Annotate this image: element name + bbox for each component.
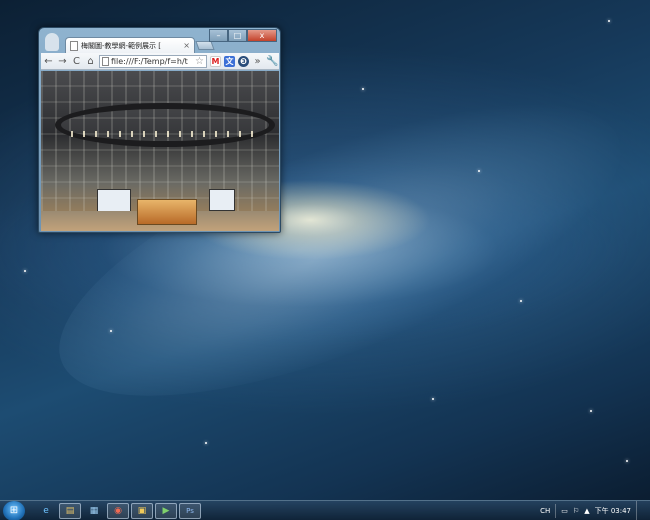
window-controls: – □ x (209, 29, 277, 42)
home-icon[interactable]: ⌂ (85, 56, 96, 67)
chrome-icon[interactable]: ◉ (107, 502, 129, 519)
forward-icon[interactable]: → (57, 56, 68, 67)
browser-toolbar: ← → C ⌂ file:///F:/Temp/f=h/t ☆ M 文 ❸ » … (41, 53, 279, 70)
start-button[interactable]: ⊞ (3, 500, 25, 520)
minimize-button[interactable]: – (209, 29, 228, 42)
translate-icon[interactable]: 文 (224, 55, 235, 67)
extension-circle-icon[interactable]: ❸ (238, 55, 249, 67)
explorer-window-icon[interactable]: ▤ (59, 502, 81, 519)
notes-icon[interactable]: ▦ (83, 503, 105, 519)
page-content-image (41, 71, 279, 231)
network-icon[interactable]: ▭ (561, 507, 568, 515)
gmail-icon[interactable]: M (210, 55, 221, 67)
page-icon (70, 40, 78, 51)
taskbar: ⊞ e ▤ ▦ ◉ ▣ ▶ Ps CH ▭ ⚐ ▲ 下午 03:47 (0, 500, 650, 520)
new-tab-button[interactable] (195, 41, 215, 50)
ring-balcony (55, 103, 275, 147)
tab-title: 梅閣圖-教學網-範例展示 [ (81, 41, 162, 50)
overflow-chevron-icon[interactable]: » (252, 56, 263, 67)
bookmark-star-icon[interactable]: ☆ (195, 56, 204, 67)
clock[interactable]: 下午 03:47 (595, 506, 631, 516)
url-text: file:///F:/Temp/f=h/t (111, 56, 188, 66)
tab-active[interactable]: 梅閣圖-教學網-範例展示 [ × (65, 37, 195, 53)
ie-icon[interactable]: e (35, 503, 57, 519)
folder-icon[interactable]: ▣ (131, 502, 153, 519)
ime-indicator[interactable]: CH (540, 507, 550, 515)
address-bar[interactable]: file:///F:/Temp/f=h/t ☆ (99, 54, 207, 68)
document-icon (102, 56, 109, 66)
ps-icon[interactable]: Ps (179, 502, 201, 519)
tab-close-icon[interactable]: × (183, 41, 190, 50)
info-counter (137, 199, 197, 225)
ring-lights (71, 131, 261, 137)
system-tray: CH ▭ ⚐ ▲ 下午 03:47 (540, 501, 650, 520)
show-hidden-icons-icon[interactable]: ▲ (584, 507, 589, 515)
profile-avatar-icon[interactable] (45, 33, 59, 51)
flag-icon[interactable]: ⚐ (573, 507, 579, 515)
display-screen (97, 189, 131, 213)
maximize-button[interactable]: □ (228, 29, 247, 42)
media-icon[interactable]: ▶ (155, 502, 177, 519)
browser-window[interactable]: 梅閣圖-教學網-範例展示 [ × – □ x ← → C ⌂ file:///F… (38, 27, 281, 233)
display-screen (209, 189, 235, 211)
tray-separator (555, 504, 557, 518)
tab-strip: 梅閣圖-教學網-範例展示 [ × – □ x (39, 28, 280, 53)
close-button[interactable]: x (247, 29, 277, 42)
back-icon[interactable]: ← (43, 56, 54, 67)
wrench-menu-icon[interactable]: 🔧 (266, 56, 278, 67)
reload-icon[interactable]: C (71, 56, 82, 67)
show-desktop-button[interactable] (636, 501, 644, 520)
